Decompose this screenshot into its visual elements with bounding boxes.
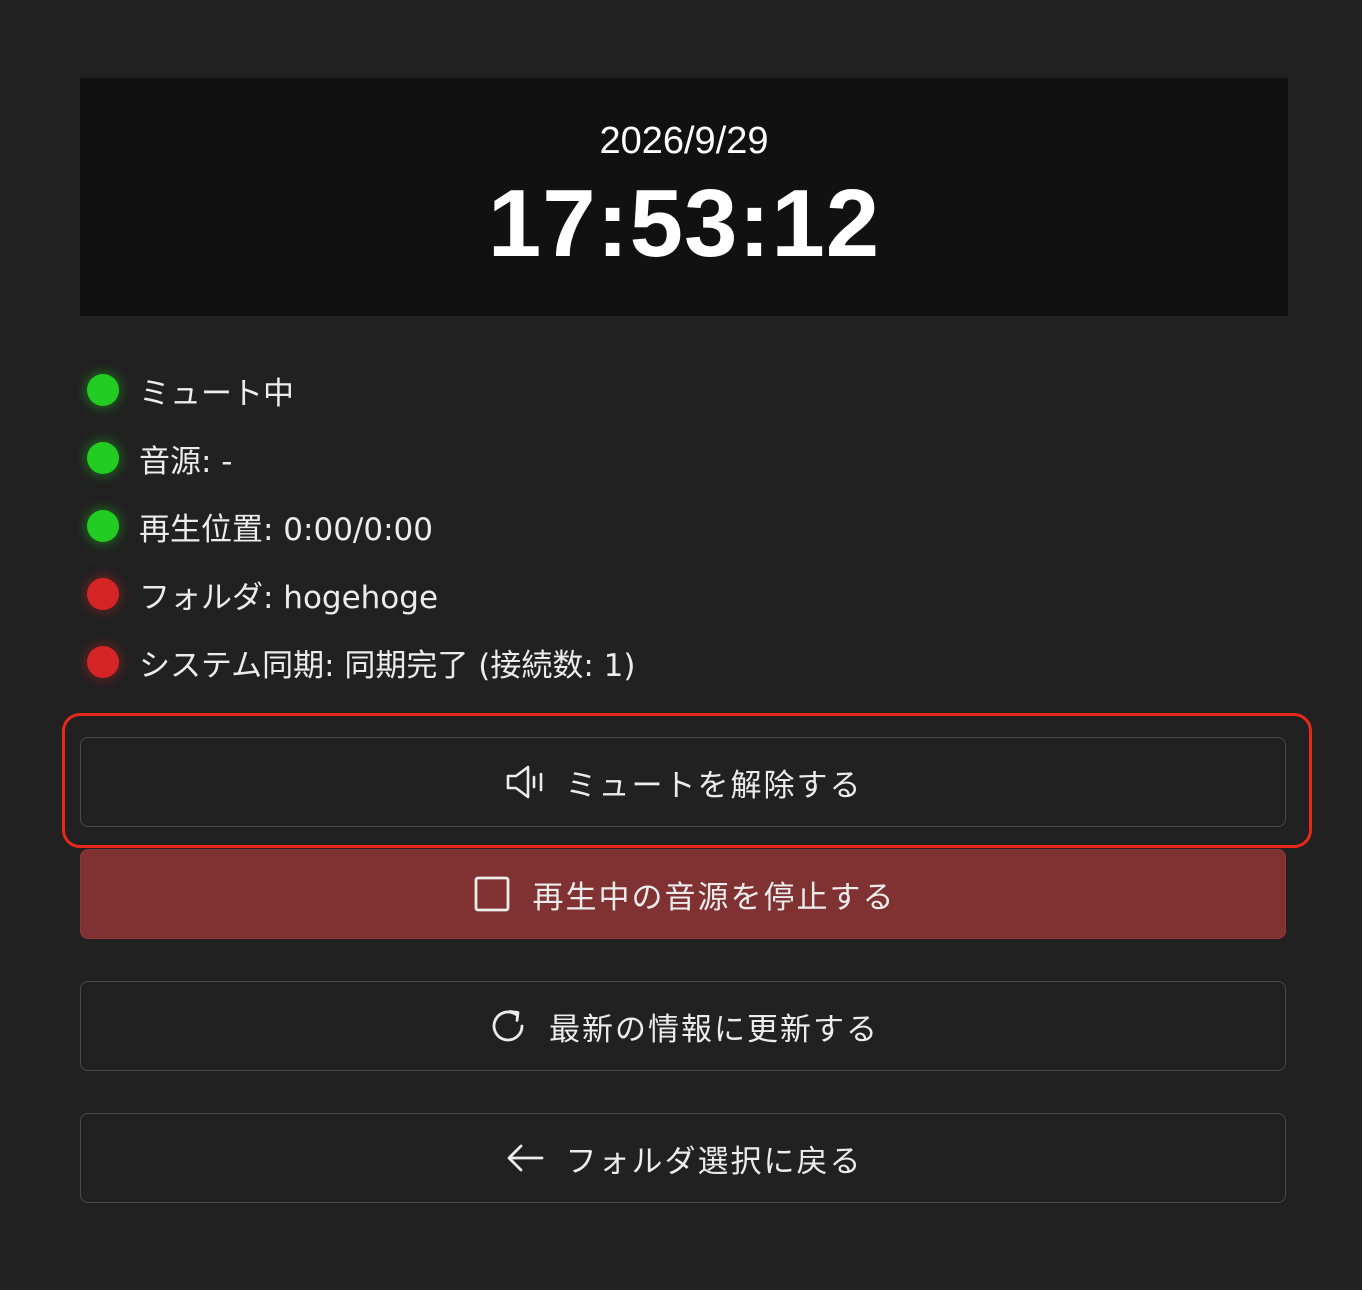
speaker-icon [506, 765, 542, 799]
status-item-folder: フォルダ: hogehoge [80, 560, 438, 628]
clock-time: 17:53:12 [487, 170, 881, 277]
back-to-folder-button-label: フォルダ選択に戻る [565, 1143, 863, 1180]
stop-square-icon [474, 876, 509, 912]
status-label: 再生位置: 0:00/0:00 [139, 511, 433, 548]
status-label: フォルダ: hogehoge [139, 579, 439, 616]
status-label: 音源: - [139, 443, 233, 480]
status-indicator-red [87, 578, 119, 610]
stop-playback-button-label: 再生中の音源を停止する [532, 879, 896, 916]
status-indicator-green [87, 442, 119, 474]
status-label: ミュート中 [139, 375, 294, 412]
status-indicator-green [87, 374, 119, 406]
status-indicator-green [87, 510, 119, 542]
refresh-button[interactable]: 最新の情報に更新する [80, 981, 1286, 1071]
status-label: システム同期: 同期完了 (接続数: 1) [139, 647, 636, 684]
arrow-left-icon [507, 1144, 543, 1172]
unmute-button-label: ミュートを解除する [565, 767, 863, 804]
status-item-sync: システム同期: 同期完了 (接続数: 1) [80, 628, 635, 696]
status-item-mute: ミュート中 [80, 356, 294, 424]
clock-date: 2026/9/29 [599, 120, 769, 162]
back-to-folder-button[interactable]: フォルダ選択に戻る [80, 1113, 1286, 1203]
status-item-source: 音源: - [80, 424, 232, 492]
unmute-button[interactable]: ミュートを解除する [80, 737, 1286, 827]
refresh-icon [492, 1010, 524, 1042]
status-item-position: 再生位置: 0:00/0:00 [80, 492, 433, 560]
refresh-button-label: 最新の情報に更新する [549, 1011, 879, 1048]
clock-panel: 2026/9/29 17:53:12 [80, 78, 1288, 316]
status-indicator-red [87, 646, 119, 678]
stop-playback-button[interactable]: 再生中の音源を停止する [80, 849, 1286, 939]
